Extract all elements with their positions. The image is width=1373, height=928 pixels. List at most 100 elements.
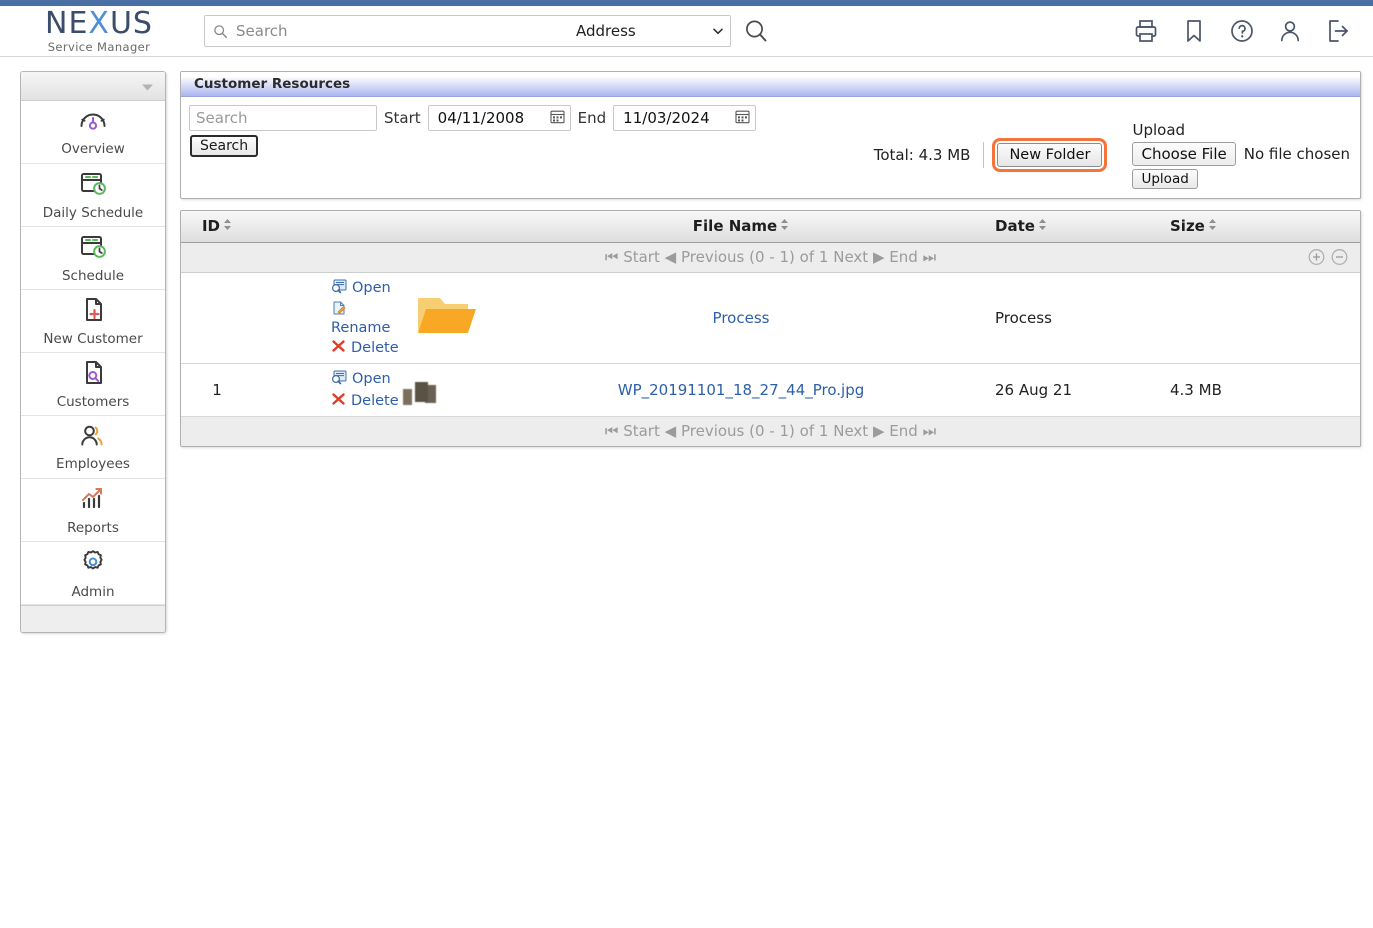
print-icon[interactable] <box>1133 18 1159 44</box>
caret-right-icon[interactable]: ▶ <box>873 248 885 266</box>
sidebar-item-reports[interactable]: Reports <box>21 479 165 542</box>
pagination-controls-bottom: ⏮ Start ◀ Previous (0 - 1) of 1 Next ▶ E… <box>182 422 1359 440</box>
file-name-link[interactable]: Process <box>713 309 770 327</box>
sidebar-item-new-customer[interactable]: New Customer <box>21 290 165 353</box>
calendar-icon[interactable] <box>550 109 565 128</box>
start-date-field[interactable] <box>427 105 571 131</box>
start-date-label: Start <box>384 109 421 127</box>
sidebar-item-daily-schedule[interactable]: Daily Schedule <box>21 164 165 227</box>
sort-arrows-icon[interactable] <box>1208 217 1217 235</box>
pagination-start[interactable]: Start <box>623 248 660 266</box>
pagination-range: (0 - 1) of 1 <box>749 422 829 441</box>
sidebar-item-customers[interactable]: Customers <box>21 353 165 416</box>
cell-date: 26 Aug 21 <box>985 363 1160 417</box>
sidebar-item-employees[interactable]: Employees <box>21 416 165 479</box>
end-date-input[interactable] <box>621 108 728 128</box>
search-scope-select[interactable]: Address <box>576 22 726 40</box>
search-input[interactable] <box>234 21 576 41</box>
user-icon[interactable] <box>1277 18 1303 44</box>
caret-right-icon[interactable]: ▶ <box>873 422 885 440</box>
sidebar-item-label: Admin <box>71 583 115 600</box>
sort-arrows-icon[interactable] <box>1038 217 1047 235</box>
rename-action[interactable]: Rename <box>331 301 413 336</box>
pagination-previous[interactable]: Previous <box>681 422 744 440</box>
global-search-box[interactable]: Address <box>204 15 731 47</box>
chevron-down-icon[interactable] <box>141 77 154 96</box>
delete-action[interactable]: Delete <box>331 392 413 410</box>
column-header-file-name-inner[interactable]: File Name <box>693 217 789 235</box>
pagination-start[interactable]: Start <box>623 422 660 440</box>
resources-toolbar: Start End <box>181 97 1360 198</box>
skip-to-start-icon[interactable]: ⏮ <box>605 248 619 266</box>
app-logo[interactable]: NEXUS Service Manager <box>24 8 174 54</box>
file-name-link[interactable]: WP_20191101_18_27_44_Pro.jpg <box>618 381 865 399</box>
open-label: Open <box>352 280 391 296</box>
sidebar-item-label: Daily Schedule <box>42 204 144 221</box>
sort-arrows-icon[interactable] <box>223 217 232 235</box>
minus-circle-icon[interactable] <box>1331 249 1348 266</box>
table-pager-bottom: ⏮ Start ◀ Previous (0 - 1) of 1 Next ▶ E… <box>181 415 1360 446</box>
column-header-id-inner[interactable]: ID <box>202 217 232 235</box>
skip-to-start-icon[interactable]: ⏮ <box>605 422 619 440</box>
table-row[interactable]: 1 Open Delete WP_20191101_18_27_44_Pro.j… <box>181 363 1360 417</box>
sidebar-item-overview[interactable]: Overview <box>21 101 165 164</box>
delete-label: Delete <box>351 392 399 409</box>
table-row[interactable]: Open Rename Delete Process Process <box>181 272 1360 364</box>
search-button[interactable]: Search <box>190 135 259 157</box>
delete-action[interactable]: Delete <box>331 339 413 357</box>
new-folder-button[interactable]: New Folder <box>992 138 1108 172</box>
cell-thumbnail[interactable] <box>413 363 497 417</box>
pagination-end[interactable]: End <box>889 422 918 440</box>
sidebar-item-label: Schedule <box>61 267 125 284</box>
photo-thumbnail[interactable] <box>414 379 416 400</box>
resource-search-input[interactable] <box>189 105 377 131</box>
search-submit-icon[interactable] <box>743 18 769 44</box>
document-search-icon <box>79 359 107 391</box>
file-chooser-row: Choose File No file chosen <box>1132 142 1350 166</box>
column-header-file-name[interactable]: File Name <box>497 211 985 243</box>
caret-left-icon[interactable]: ◀ <box>665 248 677 266</box>
end-date-field[interactable] <box>613 105 757 131</box>
sidebar-item-label: Customers <box>56 393 130 410</box>
calendar-icon[interactable] <box>735 109 750 128</box>
open-action[interactable]: Open <box>331 279 413 298</box>
sidebar-item-admin[interactable]: Admin <box>21 542 165 605</box>
column-header-date[interactable]: Date <box>985 211 1160 243</box>
total-size-label: Total: 4.3 MB <box>874 146 971 164</box>
logout-icon[interactable] <box>1325 18 1351 44</box>
pagination-cell-bottom: ⏮ Start ◀ Previous (0 - 1) of 1 Next ▶ E… <box>181 415 1360 446</box>
cell-file-name[interactable]: WP_20191101_18_27_44_Pro.jpg <box>497 363 985 417</box>
filter-row: Start End <box>189 105 757 131</box>
sort-arrows-icon[interactable] <box>780 217 789 235</box>
upload-button[interactable]: Upload <box>1132 169 1198 189</box>
sidebar-footer <box>21 605 165 632</box>
open-icon <box>331 279 347 298</box>
pagination-end[interactable]: End <box>889 248 918 266</box>
bookmark-icon[interactable] <box>1181 18 1207 44</box>
main-content: Customer Resources Start End <box>180 71 1361 447</box>
cell-id <box>181 272 253 364</box>
skip-to-end-icon[interactable]: ⏭ <box>923 248 937 266</box>
cell-file-name[interactable]: Process <box>497 272 985 364</box>
open-action[interactable]: Open <box>331 370 413 389</box>
help-icon[interactable] <box>1229 18 1255 44</box>
table-header-row: ID File Name Date Size <box>181 211 1360 243</box>
choose-file-button[interactable]: Choose File <box>1132 142 1236 166</box>
logo-wordmark: NEXUS <box>45 8 153 39</box>
caret-left-icon[interactable]: ◀ <box>665 422 677 440</box>
sidebar-collapse-bar[interactable] <box>21 72 165 101</box>
sidebar-item-schedule[interactable]: Schedule <box>21 227 165 290</box>
pagination-next[interactable]: Next <box>833 248 868 266</box>
cell-size: 4.3 MB <box>1160 363 1360 417</box>
calendar-clock-icon <box>78 170 108 202</box>
pagination-next[interactable]: Next <box>833 422 868 440</box>
column-header-size[interactable]: Size <box>1160 211 1360 243</box>
column-header-date-inner[interactable]: Date <box>995 217 1047 235</box>
column-header-id[interactable]: ID <box>181 211 253 243</box>
plus-circle-icon[interactable] <box>1308 249 1325 266</box>
pagination-previous[interactable]: Previous <box>681 248 744 266</box>
open-icon <box>331 370 347 389</box>
column-header-size-inner[interactable]: Size <box>1170 217 1217 235</box>
skip-to-end-icon[interactable]: ⏭ <box>923 422 937 440</box>
start-date-input[interactable] <box>435 108 542 128</box>
